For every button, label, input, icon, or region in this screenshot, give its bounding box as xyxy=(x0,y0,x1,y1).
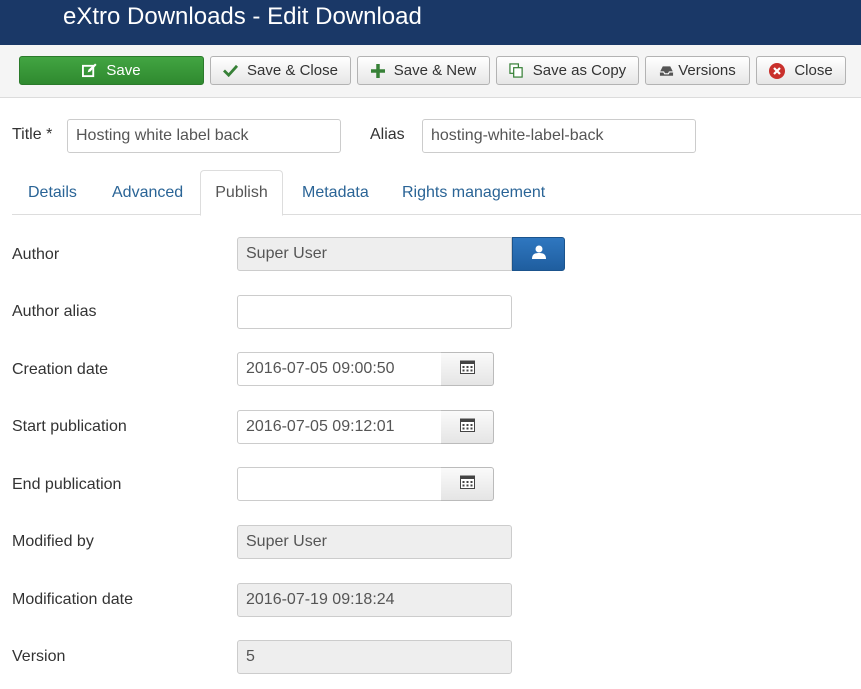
modified-by-field: Super User xyxy=(237,525,512,559)
alias-label: Alias xyxy=(370,126,405,143)
select-author-button[interactable] xyxy=(512,237,565,271)
end-publication-label: End publication xyxy=(12,476,122,493)
calendar-icon xyxy=(459,474,475,494)
alias-input[interactable]: hosting-white-label-back xyxy=(422,119,696,153)
creation-date-input[interactable]: 2016-07-05 09:00:50 xyxy=(237,352,442,386)
author-field: Super User xyxy=(237,237,512,271)
close-button[interactable]: Close xyxy=(756,56,846,85)
modified-by-label: Modified by xyxy=(12,533,94,550)
page-title: eXtro Downloads - Edit Download xyxy=(63,3,422,30)
creation-date-label: Creation date xyxy=(12,361,109,378)
archive-icon xyxy=(659,65,674,77)
end-publication-calendar-button[interactable] xyxy=(441,467,494,501)
copy-icon xyxy=(509,63,524,78)
check-icon xyxy=(223,64,239,77)
save-close-label: Save & Close xyxy=(247,62,338,79)
versions-button[interactable]: Versions xyxy=(645,56,750,85)
versions-label: Versions xyxy=(678,62,736,79)
save-close-button[interactable]: Save & Close xyxy=(210,56,351,85)
user-icon xyxy=(531,245,546,264)
creation-date-calendar-button[interactable] xyxy=(441,352,494,386)
save-button[interactable]: Save xyxy=(19,56,204,85)
tab-rights-management[interactable]: Rights management xyxy=(402,170,545,215)
save-as-copy-button[interactable]: Save as Copy xyxy=(496,56,639,85)
author-alias-label: Author alias xyxy=(12,303,97,320)
end-publication-input[interactable] xyxy=(237,467,442,501)
save-new-label: Save & New xyxy=(393,62,477,79)
author-label: Author xyxy=(12,246,60,263)
tab-publish[interactable]: Publish xyxy=(200,170,283,216)
tab-advanced[interactable]: Advanced xyxy=(112,170,183,215)
page-header: eXtro Downloads - Edit Download xyxy=(0,0,861,45)
calendar-icon xyxy=(459,417,475,437)
tab-details[interactable]: Details xyxy=(28,170,77,215)
calendar-icon xyxy=(459,359,475,379)
plus-icon xyxy=(370,63,385,78)
save-label: Save xyxy=(106,62,141,79)
version-label: Version xyxy=(12,648,66,665)
save-as-copy-label: Save as Copy xyxy=(532,62,627,79)
modification-date-field: 2016-07-19 09:18:24 xyxy=(237,583,512,617)
author-alias-input[interactable] xyxy=(237,295,512,329)
title-label: Title * xyxy=(12,126,53,143)
modification-date-label: Modification date xyxy=(12,591,133,608)
save-new-button[interactable]: Save & New xyxy=(357,56,490,85)
title-input[interactable]: Hosting white label back xyxy=(67,119,341,153)
tab-metadata[interactable]: Metadata xyxy=(302,170,369,215)
start-publication-input[interactable]: 2016-07-05 09:12:01 xyxy=(237,410,442,444)
edit-icon xyxy=(82,63,97,78)
toolbar: Save Save & Close Save & New Save as Cop… xyxy=(0,45,861,98)
start-publication-label: Start publication xyxy=(12,418,127,435)
version-field: 5 xyxy=(237,640,512,674)
close-circle-icon xyxy=(769,62,786,79)
start-publication-calendar-button[interactable] xyxy=(441,410,494,444)
close-label: Close xyxy=(794,62,833,79)
tab-bar: Details Advanced Publish Metadata Rights… xyxy=(12,170,861,216)
